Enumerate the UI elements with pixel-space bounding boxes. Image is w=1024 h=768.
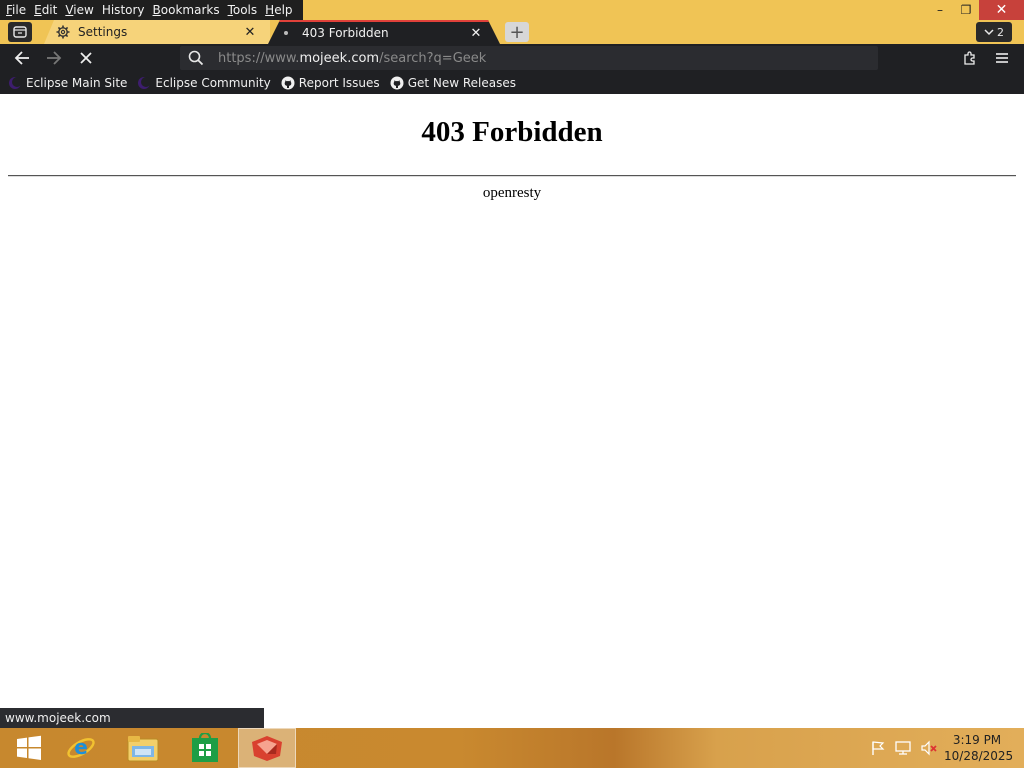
system-tray <box>870 728 938 768</box>
tabs-overview-icon <box>13 26 27 38</box>
server-name: openresty <box>482 185 542 201</box>
restore-button[interactable]: ❐ <box>953 0 979 20</box>
volume-muted-icon[interactable] <box>920 740 938 756</box>
menu-help[interactable]: Help <box>263 0 298 20</box>
windows-logo-icon <box>17 735 41 760</box>
bookmark-eclipse-community[interactable]: Eclipse Community <box>137 76 271 90</box>
tab-title: 403 Forbidden <box>302 26 389 40</box>
new-tab-button[interactable]: + <box>505 21 529 43</box>
bookmark-report-issues[interactable]: Report Issues <box>281 76 380 90</box>
store-icon <box>192 733 218 762</box>
menu-bookmarks[interactable]: Bookmarks <box>151 0 226 20</box>
back-arrow-icon <box>14 51 29 65</box>
clock-date: 10/28/2025 <box>944 749 1014 763</box>
menu-bar: File Edit View History Bookmarks Tools H… <box>0 0 303 20</box>
taskbar-browser-app[interactable] <box>238 728 296 768</box>
url-bar[interactable]: https://www.mojeek.com/search?q=Geek <box>180 46 878 70</box>
folder-icon <box>127 736 159 762</box>
restore-icon: ❐ <box>960 3 972 17</box>
forward-arrow-icon <box>47 51 62 65</box>
taskbar-store[interactable] <box>176 728 234 768</box>
eclipse-icon <box>9 77 22 89</box>
bookmarks-bar: Eclipse Main Site Eclipse Community Repo… <box>0 72 1024 94</box>
horizontal-rule <box>8 175 1016 177</box>
page-content: 403 Forbidden openresty <box>0 94 1024 728</box>
bookmark-get-new-releases[interactable]: Get New Releases <box>390 76 516 90</box>
close-window-button[interactable]: ✕ <box>979 0 1024 20</box>
status-link-bar: www.mojeek.com <box>0 708 264 728</box>
chevron-down-icon <box>984 28 994 35</box>
tab-overview-button[interactable] <box>8 22 32 42</box>
tab-count: 2 <box>997 25 1004 39</box>
tab-list-button[interactable]: 2 <box>976 22 1012 42</box>
menu-edit[interactable]: Edit <box>32 0 63 20</box>
tab-settings[interactable]: Settings ✕ <box>44 20 270 44</box>
hamburger-menu-icon <box>996 53 1008 63</box>
taskbar: e 3:19 PM 10/28/2025 <box>0 728 1024 768</box>
page-heading: 403 Forbidden <box>421 116 603 148</box>
clock[interactable]: 3:19 PM 10/28/2025 <box>944 732 1014 764</box>
title-bar: File Edit View History Bookmarks Tools H… <box>0 0 1024 20</box>
close-icon: ✕ <box>995 2 1008 18</box>
tab-close-button[interactable]: ✕ <box>240 25 260 40</box>
menu-view[interactable]: View <box>63 0 99 20</box>
menu-history[interactable]: History <box>100 0 151 20</box>
network-icon[interactable] <box>894 740 912 756</box>
clock-time: 3:19 PM <box>952 733 1002 747</box>
github-icon <box>390 76 404 90</box>
search-icon <box>188 50 204 66</box>
browser-app-icon <box>252 736 282 761</box>
tab-close-button[interactable]: ✕ <box>466 26 486 41</box>
url-text: https://www.mojeek.com/search?q=Geek <box>218 50 487 66</box>
tab-strip: Settings ✕ 403 Forbidden ✕ + 2 <box>0 20 1024 44</box>
stop-button[interactable] <box>74 46 98 70</box>
stop-x-icon <box>80 52 92 64</box>
taskbar-internet-explorer[interactable]: e <box>52 728 110 768</box>
plus-icon: + <box>509 21 525 43</box>
menu-file[interactable]: File <box>4 0 32 20</box>
main-menu-button[interactable] <box>990 46 1014 70</box>
start-button[interactable] <box>0 728 58 768</box>
back-button[interactable] <box>10 46 34 70</box>
github-icon <box>281 76 295 90</box>
internet-explorer-icon: e <box>67 735 95 759</box>
menu-tools[interactable]: Tools <box>226 0 264 20</box>
window-controls: – ❐ ✕ <box>927 0 1024 20</box>
minimize-button[interactable]: – <box>927 0 953 20</box>
forward-button[interactable] <box>42 46 66 70</box>
svg-text:e: e <box>74 735 88 759</box>
puzzle-icon <box>964 51 975 65</box>
minimize-icon: – <box>937 3 943 17</box>
action-center-flag-icon[interactable] <box>870 740 886 756</box>
tab-title: Settings <box>78 25 128 39</box>
eclipse-icon <box>138 77 152 89</box>
taskbar-file-explorer[interactable] <box>114 728 172 768</box>
gear-icon <box>56 25 70 39</box>
bookmark-eclipse-main-site[interactable]: Eclipse Main Site <box>8 76 127 90</box>
tab-403-forbidden[interactable]: 403 Forbidden ✕ <box>268 20 500 44</box>
loading-dot-icon <box>284 31 288 35</box>
navigation-bar: https://www.mojeek.com/search?q=Geek <box>0 44 1024 72</box>
extensions-button[interactable] <box>958 46 982 70</box>
